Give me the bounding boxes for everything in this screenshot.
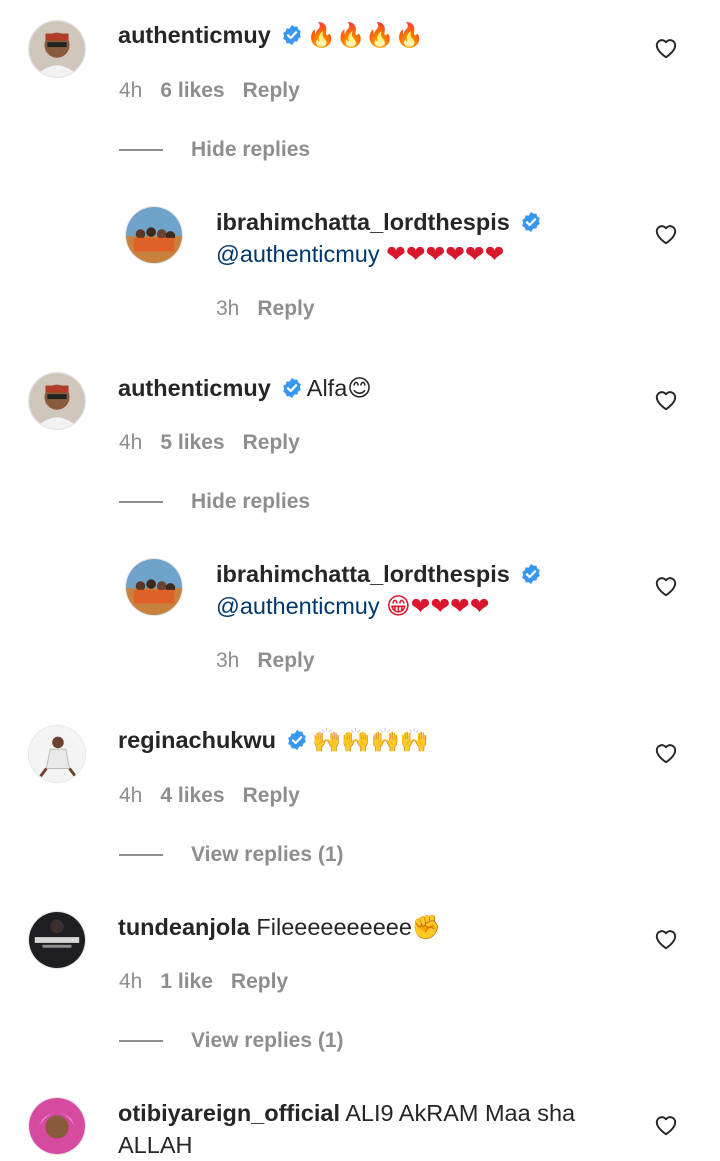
reply-text-line: @authenticmuy ❤❤❤❤❤❤ [216,238,504,270]
username[interactable]: otibiyareign_official [118,1100,340,1126]
avatar[interactable] [28,911,86,969]
toggle-label: Hide replies [191,490,311,513]
timestamp: 4h [119,784,143,807]
comment-text-line: tundeanjola Fileeeeeeeeee✊ [118,911,441,943]
divider-line [119,1040,163,1043]
timestamp: 3h [216,649,240,672]
heart-outline-icon[interactable] [653,573,679,599]
comment-text-line: otibiyareign_official ALI9 AkRAM Maa sha… [118,1097,618,1161]
divider-line [119,501,163,504]
divider-line [119,854,163,857]
mention-link[interactable]: @authenticmuy [216,593,380,619]
reply-button[interactable]: Reply [257,649,314,672]
comment-meta: 4h 4 likes Reply [119,784,318,808]
username[interactable]: reginachukwu [118,727,276,753]
timestamp: 3h [216,297,240,320]
timestamp: 4h [119,970,143,993]
avatar[interactable] [28,372,86,430]
comment-text: 😁❤❤❤❤ [386,592,490,620]
reply-button[interactable]: Reply [257,297,314,320]
divider-line [119,149,163,152]
comment-text: 🔥🔥🔥🔥 [306,21,424,49]
avatar[interactable] [28,1097,86,1155]
heart-outline-icon[interactable] [653,35,679,61]
comment-text-line: authenticmuy Alfa😊 [118,372,372,404]
comment-text: ❤❤❤❤❤❤ [386,240,505,268]
username[interactable]: ibrahimchatta_lordthespis [216,561,510,587]
verified-badge-icon [286,729,308,751]
mention-link[interactable]: @authenticmuy [216,241,380,267]
reply-button[interactable]: Reply [243,431,300,454]
username[interactable]: authenticmuy [118,22,271,48]
hide-replies-button[interactable]: Hide replies [119,490,310,514]
verified-badge-icon [520,211,542,233]
heart-outline-icon[interactable] [653,740,679,766]
heart-outline-icon[interactable] [653,1112,679,1138]
view-replies-button[interactable]: View replies (1) [119,1029,344,1053]
reply-button[interactable]: Reply [243,784,300,807]
reply-text-line: @authenticmuy 😁❤❤❤❤ [216,590,489,622]
view-replies-button[interactable]: View replies (1) [119,843,344,867]
heart-outline-icon[interactable] [653,387,679,413]
avatar[interactable] [28,725,86,783]
verified-badge-icon [281,24,303,46]
likes-count[interactable]: 5 likes [160,431,224,454]
comment-text: Alfa😊 [306,375,372,401]
username[interactable]: tundeanjola [118,914,250,940]
hide-replies-button[interactable]: Hide replies [119,138,310,162]
toggle-label: View replies (1) [191,1029,344,1052]
comment-meta: 4h 6 likes Reply [119,79,318,103]
timestamp: 4h [119,431,143,454]
avatar[interactable] [125,558,183,616]
username[interactable]: ibrahimchatta_lordthespis [216,209,510,235]
verified-badge-icon [520,563,542,585]
verified-badge-icon [281,377,303,399]
comment-text-line: authenticmuy 🔥🔥🔥🔥 [118,19,424,51]
comment-text-line: reginachukwu 🙌🙌🙌🙌 [118,724,429,756]
comment-text: Fileeeeeeeeee✊ [256,914,442,940]
comment-meta: 3h Reply [216,649,333,673]
reply-button[interactable]: Reply [243,79,300,102]
reply-button[interactable]: Reply [231,970,288,993]
username[interactable]: authenticmuy [118,375,271,401]
reply-username-line: ibrahimchatta_lordthespis [216,206,546,238]
heart-outline-icon[interactable] [653,221,679,247]
toggle-label: Hide replies [191,138,311,161]
avatar[interactable] [28,20,86,78]
heart-outline-icon[interactable] [653,926,679,952]
toggle-label: View replies (1) [191,843,344,866]
comment-meta: 4h 1 like Reply [119,970,306,994]
timestamp: 4h [119,79,143,102]
reply-username-line: ibrahimchatta_lordthespis [216,558,546,590]
comment-meta: 3h Reply [216,297,333,321]
comment-text: 🙌🙌🙌🙌 [312,726,430,754]
avatar[interactable] [125,206,183,264]
likes-count[interactable]: 4 likes [160,784,224,807]
likes-count[interactable]: 6 likes [160,79,224,102]
comment-meta: 4h 5 likes Reply [119,431,318,455]
likes-count[interactable]: 1 like [160,970,213,993]
